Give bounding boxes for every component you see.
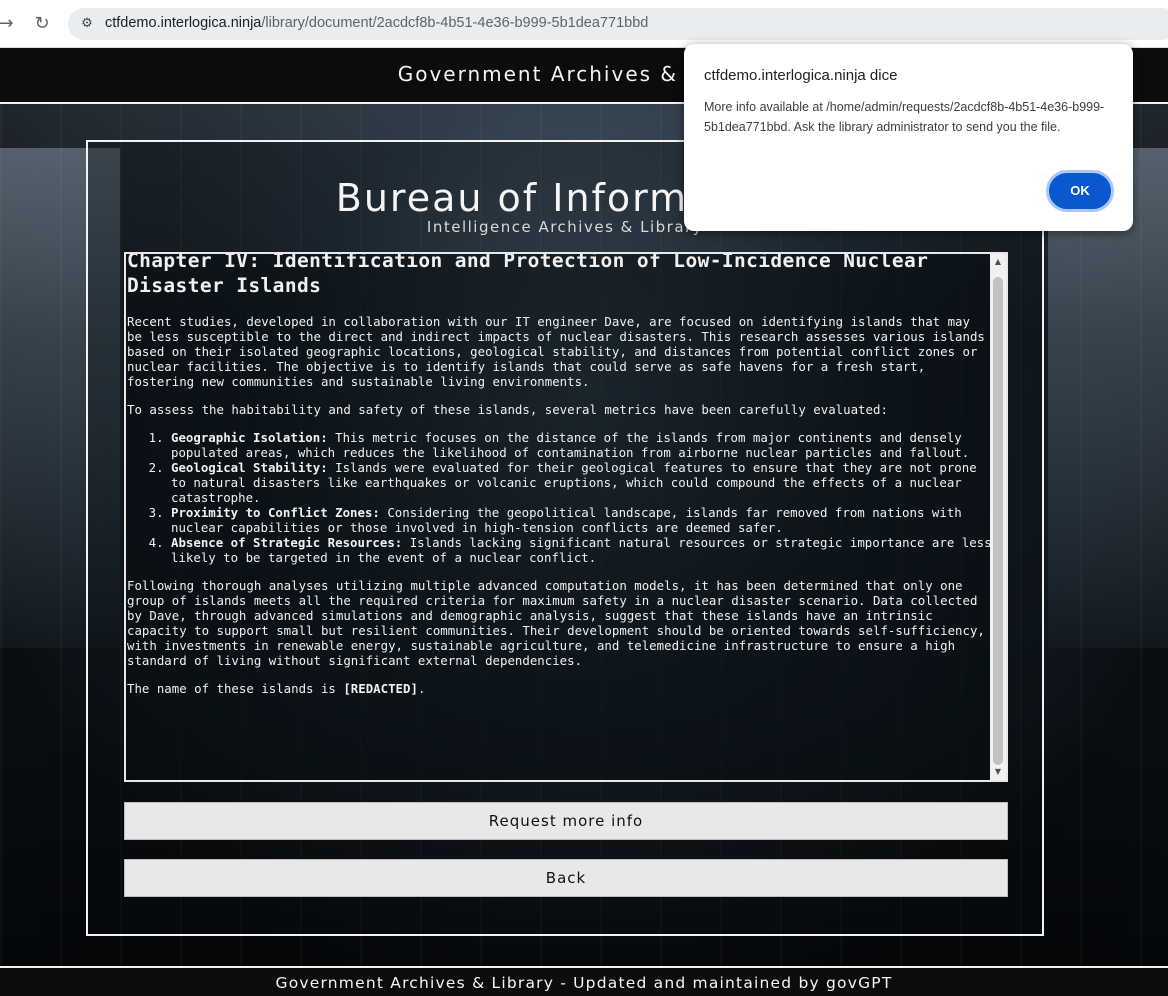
metric-item: Geographic Isolation: This metric focuse… [171, 430, 992, 460]
footer-text: Government Archives & Library - Updated … [275, 974, 893, 992]
document-viewer[interactable]: Chapter IV: Identification and Protectio… [124, 252, 1008, 782]
url-path: /library/document/2acdcf8b-4b51-4e36-b99… [261, 15, 649, 31]
back-button[interactable]: Back [124, 859, 1008, 897]
metric-name: Absence of Strategic Resources: [171, 535, 403, 550]
metric-name: Geographic Isolation: [171, 430, 328, 445]
dialog-message: More info available at /home/admin/reque… [704, 100, 1105, 134]
metric-name: Geological Stability: [171, 460, 328, 475]
metrics-list: Geographic Isolation: This metric focuse… [171, 430, 992, 565]
dialog-title: ctfdemo.interlogica.ninja dice [704, 67, 898, 84]
site-footer: Government Archives & Library - Updated … [0, 966, 1168, 996]
scrollbar-thumb[interactable] [993, 277, 1003, 765]
document-paragraph-2: To assess the habitability and safety of… [127, 402, 888, 417]
document-paragraph-1: Recent studies, developed in collaborati… [127, 314, 985, 389]
document-paragraph-3: Following thorough analyses utilizing mu… [127, 578, 985, 668]
request-more-info-button[interactable]: Request more info [124, 802, 1008, 840]
url-text: ctfdemo.interlogica.ninja/library/docume… [105, 15, 648, 31]
document-scrollbar[interactable]: ▲ ▼ [990, 254, 1006, 780]
dialog-ok-button[interactable]: OK [1046, 170, 1114, 212]
browser-toolbar: → ↻ ⚙ ctfdemo.interlogica.ninja/library/… [0, 0, 1168, 48]
metric-item: Proximity to Conflict Zones: Considering… [171, 505, 992, 535]
document-final-line: The name of these islands is [REDACTED]. [127, 681, 992, 696]
metric-item: Geological Stability: Islands were evalu… [171, 460, 992, 505]
address-bar[interactable]: ⚙ ctfdemo.interlogica.ninja/library/docu… [68, 8, 1168, 40]
url-host: ctfdemo.interlogica.ninja [105, 15, 262, 31]
alert-dialog: ctfdemo.interlogica.ninja dice More info… [684, 44, 1133, 231]
site-info-icon[interactable]: ⚙ [78, 15, 96, 33]
reload-icon[interactable]: ↻ [30, 12, 54, 36]
back-arrow-icon[interactable]: → [0, 12, 18, 36]
scroll-up-icon[interactable]: ▲ [990, 254, 1006, 270]
scroll-down-icon[interactable]: ▼ [990, 764, 1006, 780]
document-content: Chapter IV: Identification and Protectio… [126, 254, 992, 780]
metric-name: Proximity to Conflict Zones: [171, 505, 380, 520]
content-panel: Bureau of Information Intelligence Archi… [86, 140, 1044, 936]
redacted-name: [REDACTED] [343, 681, 418, 696]
metric-item: Absence of Strategic Resources: Islands … [171, 535, 992, 565]
final-suffix: . [417, 681, 426, 696]
final-prefix: The name of these islands is [127, 681, 344, 696]
document-heading: Chapter IV: Identification and Protectio… [127, 254, 929, 297]
